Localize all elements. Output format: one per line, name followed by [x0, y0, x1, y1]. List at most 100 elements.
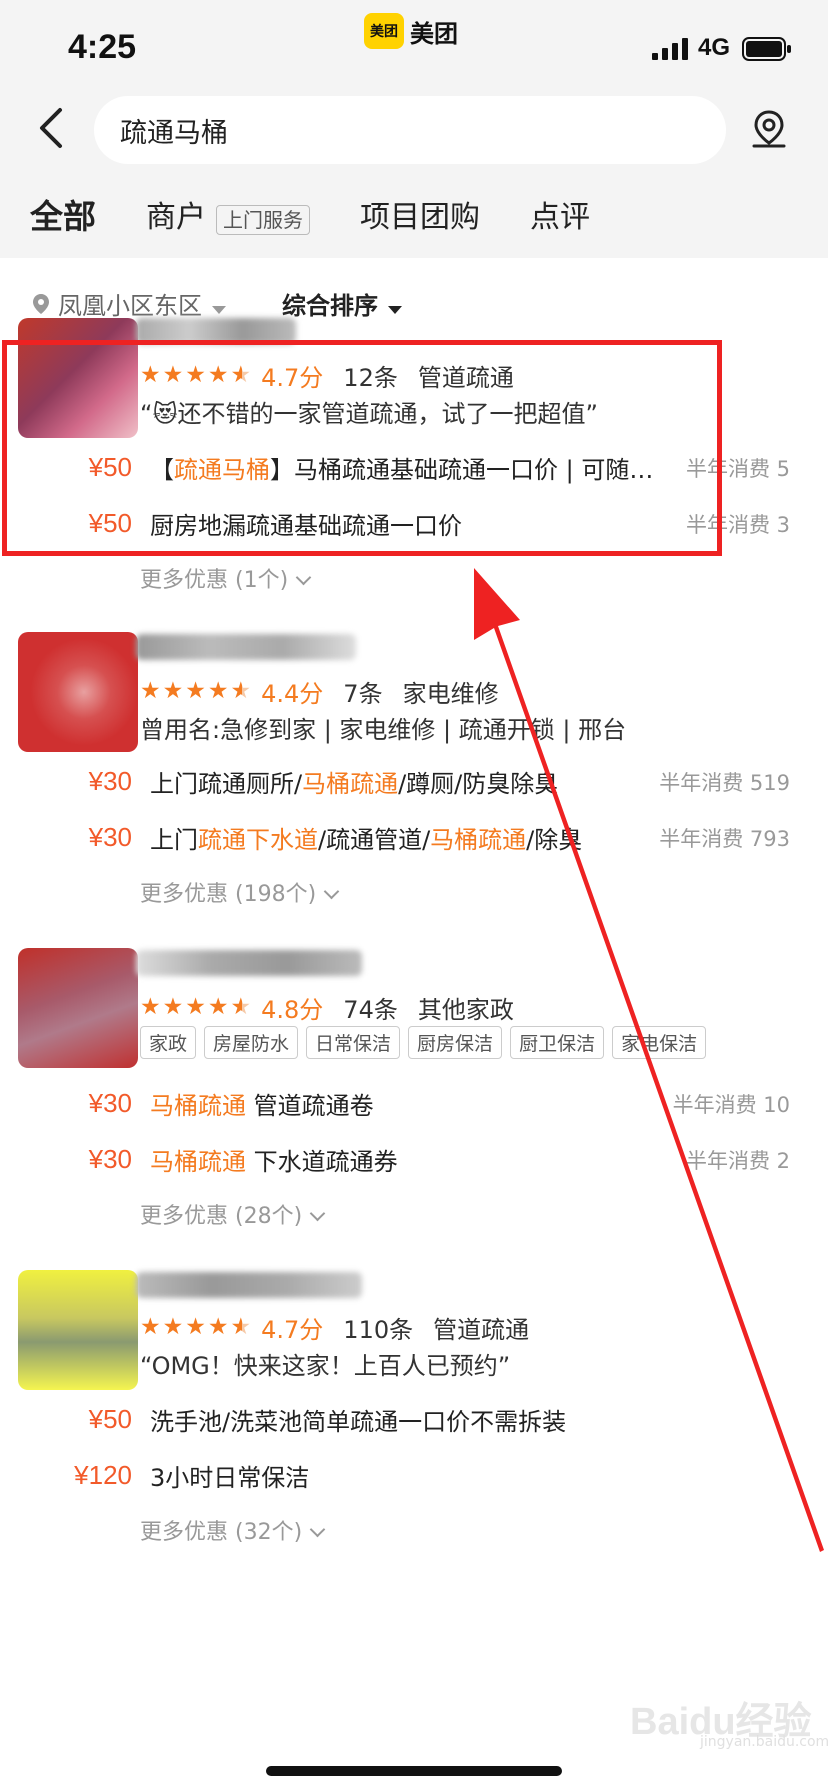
signal-icon: [652, 38, 688, 60]
merchant-category: 其他家政: [417, 996, 514, 1024]
rating-line: ★ ★ ★ ★ ★ 4.7分 110条 管道疏通: [140, 1310, 529, 1345]
deal-title-highlight: 马桶疏通: [150, 1092, 246, 1120]
merchant-name-blurred[interactable]: [136, 634, 356, 660]
deal-sales: 半年消费 793: [659, 826, 790, 851]
search-input[interactable]: 疏通马桶: [94, 96, 726, 164]
app-name: 美团: [410, 19, 458, 48]
merchant-name-blurred[interactable]: [136, 1272, 362, 1298]
star-rating-icon: ★ ★ ★ ★ ★: [140, 1314, 252, 1340]
service-tag: 家电保洁: [612, 1026, 707, 1059]
sort-filter[interactable]: 综合排序: [282, 286, 402, 321]
deal-title: 上门疏通下水道/疏通管道/马桶疏通/除臭: [150, 820, 649, 855]
back-arrow-icon[interactable]: [36, 106, 66, 150]
tab-reviews[interactable]: 点评: [530, 192, 590, 236]
tab-merchants-tag: 上门服务: [216, 205, 310, 235]
tag-list: 家政 房屋防水 日常保洁 厨房保洁 厨卫保洁 家电保洁: [140, 1026, 707, 1059]
rating-line: ★ ★ ★ ★ ★ 4.8分 74条 其他家政: [140, 990, 514, 1025]
deal-title: 马桶疏通 下水道疏通券: [150, 1142, 676, 1177]
tab-group-deals[interactable]: 项目团购: [360, 192, 480, 236]
review-count: 110条: [343, 1316, 414, 1344]
deal-title-part: 上门疏通厕所/: [150, 770, 303, 798]
deal-title: 3小时日常保洁: [150, 1464, 310, 1492]
deal-price: ¥30: [88, 1088, 132, 1118]
more-deals-label: 更多优惠 (28个): [140, 1204, 303, 1229]
tab-all[interactable]: 全部: [30, 190, 96, 238]
deal-sales: 半年消费 2: [685, 1148, 790, 1173]
deal-title: 上门疏通厕所/马桶疏通/蹲厕/防臭除臭: [150, 764, 649, 799]
deal-price: ¥30: [88, 822, 132, 852]
location-dot-icon: [33, 293, 49, 314]
annotation-arrow-icon: [474, 568, 824, 1552]
deal-row[interactable]: ¥30 马桶疏通 管道疏通卷 半年消费 10: [0, 1086, 790, 1121]
tab-merchants-label: 商户: [146, 200, 206, 235]
merchant-name-blurred[interactable]: [136, 950, 362, 976]
review-count: 7条: [343, 680, 383, 708]
deal-title-part: 管道疏通卷: [246, 1092, 374, 1120]
location-filter-label: 凤凰小区东区: [58, 292, 202, 320]
map-pin-icon[interactable]: [748, 108, 790, 150]
location-filter[interactable]: 凤凰小区东区: [58, 286, 226, 321]
deal-price: ¥120: [74, 1460, 132, 1490]
search-query: 疏通马桶: [120, 117, 228, 149]
service-tag: 厨卫保洁: [510, 1026, 605, 1059]
deal-row[interactable]: ¥30 上门疏通下水道/疏通管道/马桶疏通/除臭 半年消费 793: [0, 820, 790, 855]
app-logo: 美团 美团: [364, 10, 458, 52]
review-count: 74条: [343, 996, 398, 1024]
deal-title: 洗手池/洗菜池简单疏通一口价不需拆装: [150, 1408, 567, 1436]
more-deals-link[interactable]: 更多优惠 (1个): [140, 562, 312, 594]
deal-title: 马桶疏通 管道疏通卷: [150, 1086, 663, 1121]
merchant-thumbnail[interactable]: [18, 948, 138, 1068]
status-time: 4:25: [68, 28, 137, 66]
merchant-thumbnail[interactable]: [18, 632, 138, 752]
star-rating-icon: ★ ★ ★ ★ ★: [140, 678, 252, 704]
deal-row[interactable]: ¥30 马桶疏通 下水道疏通券 半年消费 2: [0, 1142, 790, 1177]
chevron-down-icon: [309, 1521, 326, 1538]
sort-filter-label: 综合排序: [282, 292, 378, 320]
more-deals-label: 更多优惠 (1个): [140, 568, 289, 593]
rating-score: 4.7分: [261, 1316, 324, 1344]
deal-price: ¥30: [88, 1144, 132, 1174]
merchant-thumbnail[interactable]: [18, 1270, 138, 1390]
annotation-highlight-box: [2, 340, 722, 556]
network-label: 4G: [698, 34, 731, 61]
more-deals-label: 更多优惠 (198个): [140, 882, 317, 907]
service-tag: 日常保洁: [306, 1026, 401, 1059]
rating-score: 4.4分: [261, 680, 324, 708]
service-tag: 家政: [140, 1026, 197, 1059]
rating-score: 4.8分: [261, 996, 324, 1024]
chevron-down-icon: [295, 569, 312, 586]
service-tag: 房屋防水: [204, 1026, 299, 1059]
deal-row[interactable]: ¥50 洗手池/洗菜池简单疏通一口价不需拆装: [0, 1402, 790, 1437]
home-indicator[interactable]: [266, 1766, 562, 1776]
deal-title-highlight: 疏通下水道: [198, 826, 318, 854]
caret-down-icon: [388, 306, 402, 314]
deal-title-part: 上门: [150, 826, 198, 854]
deal-title-part: /疏通管道/: [318, 826, 431, 854]
review-quote: “OMG！快来这家！上百人已预约”: [140, 1352, 511, 1380]
battery-icon: [742, 37, 791, 61]
app-logo-badge: 美团: [364, 13, 404, 49]
deal-title-part: /除臭: [526, 826, 583, 854]
tab-merchants[interactable]: 商户 上门服务: [146, 192, 310, 236]
more-deals-link[interactable]: 更多优惠 (198个): [140, 876, 340, 908]
deal-price: ¥30: [88, 766, 132, 796]
filter-row: 凤凰小区东区 综合排序: [32, 286, 402, 321]
chevron-down-icon: [309, 1205, 326, 1222]
deal-title-part: 下水道疏通券: [246, 1148, 398, 1176]
deal-sales: 半年消费 10: [672, 1092, 790, 1117]
more-deals-link[interactable]: 更多优惠 (32个): [140, 1514, 326, 1546]
tab-bar: 全部 商户 上门服务 项目团购 点评: [30, 190, 640, 238]
more-deals-link[interactable]: 更多优惠 (28个): [140, 1198, 326, 1230]
merchant-category: 家电维修: [402, 680, 499, 708]
merchant-alias: 曾用名:急修到家 | 家电维修 | 疏通开锁 | 邢台: [140, 716, 627, 744]
rating-line: ★ ★ ★ ★ ★ 4.4分 7条 家电维修: [140, 674, 499, 709]
deal-row[interactable]: ¥30 上门疏通厕所/马桶疏通/蹲厕/防臭除臭 半年消费 519: [0, 764, 790, 799]
service-tag: 厨房保洁: [408, 1026, 503, 1059]
deal-row[interactable]: ¥120 3小时日常保洁: [0, 1458, 790, 1493]
deal-title-highlight: 马桶疏通: [150, 1148, 246, 1176]
merchant-category: 管道疏通: [433, 1316, 530, 1344]
caret-down-icon: [212, 306, 226, 314]
deal-price: ¥50: [88, 1404, 132, 1434]
deal-title-highlight: 马桶疏通: [302, 770, 399, 798]
more-deals-label: 更多优惠 (32个): [140, 1520, 303, 1545]
